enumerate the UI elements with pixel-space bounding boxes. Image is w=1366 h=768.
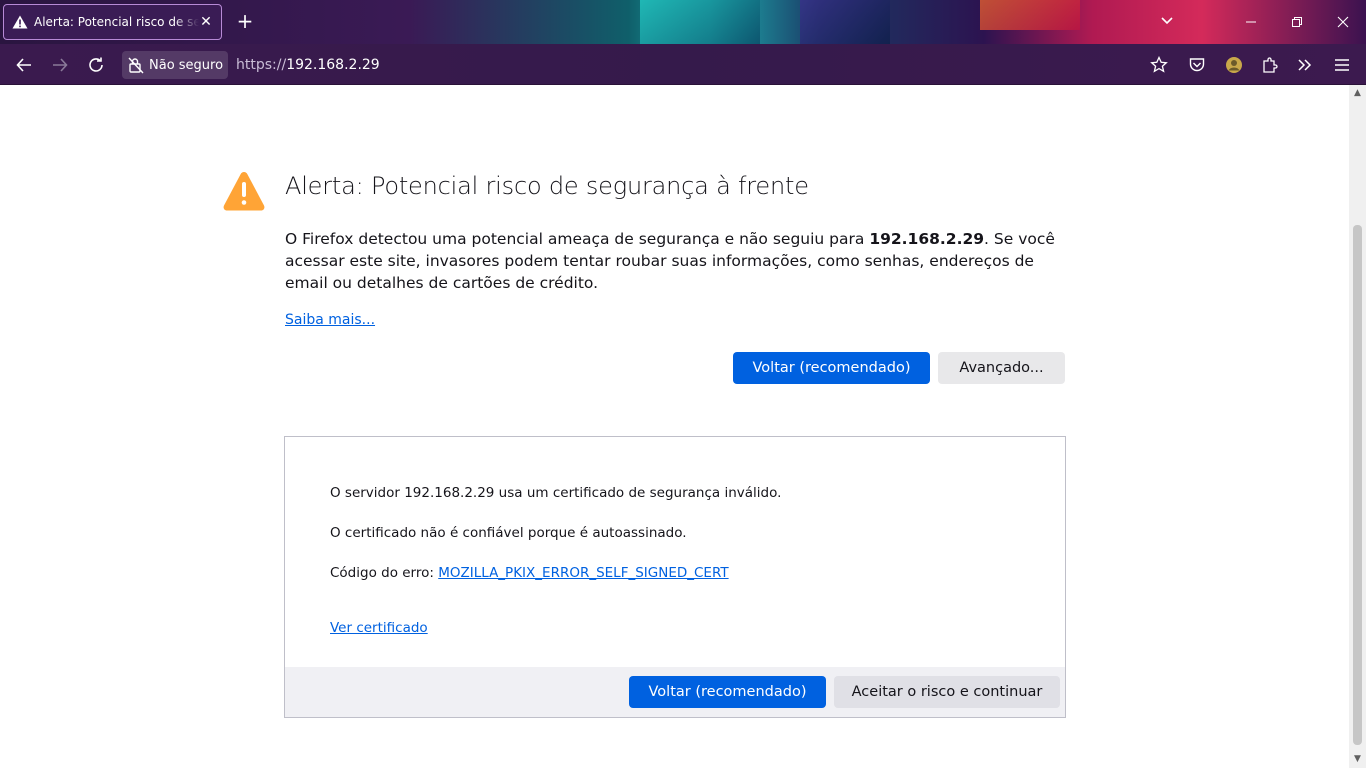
app-menu-button[interactable] [1328,52,1356,78]
scroll-down-icon[interactable]: ▼ [1353,755,1362,764]
description-text: O Firefox detectou uma potencial ameaça … [285,230,870,248]
go-back-button-secondary[interactable]: Voltar (recomendado) [629,676,826,708]
insecure-lock-icon [128,57,144,74]
url-text[interactable]: https://192.168.2.29 [236,57,380,73]
url-host: 192.168.2.29 [286,57,380,73]
learn-more-link[interactable]: Saiba mais... [285,312,375,328]
back-button[interactable] [10,52,38,78]
page-title: Alerta: Potencial risco de segurança à f… [285,172,809,200]
url-bar[interactable]: Não seguro https://192.168.2.29 [120,50,1130,80]
advanced-button[interactable]: Avançado... [938,352,1065,384]
error-code-line: Código do erro: MOZILLA_PKIX_ERROR_SELF_… [330,565,729,581]
minimize-icon [1246,21,1256,23]
tab-title: Alerta: Potencial risco de segurança à f… [34,15,199,29]
accept-risk-button[interactable]: Aceitar o risco e continuar [834,676,1060,708]
restore-icon [1292,17,1302,27]
navigation-toolbar: Não seguro https://192.168.2.29 [0,44,1366,85]
description-host: 192.168.2.29 [869,230,985,248]
go-back-button[interactable]: Voltar (recomendado) [733,352,930,384]
pocket-icon [1189,58,1205,72]
error-description: O Firefox detectou uma potencial ameaça … [285,228,1065,294]
scroll-up-icon[interactable]: ▲ [1353,89,1362,98]
warning-icon [223,172,265,211]
title-bar: Alerta: Potencial risco de segurança à f… [0,0,1366,44]
restore-button[interactable] [1274,0,1320,44]
site-security-indicator[interactable]: Não seguro [122,51,228,79]
profile-avatar-icon [1226,57,1242,73]
tab-active[interactable]: Alerta: Potencial risco de segurança à f… [3,4,222,40]
pocket-button[interactable] [1183,52,1211,78]
back-icon [16,58,31,72]
account-button[interactable] [1220,52,1248,78]
minimize-button[interactable] [1228,0,1274,44]
forward-button[interactable] [46,52,74,78]
extensions-icon [1263,57,1278,73]
theme-decoration [800,0,890,44]
reload-icon [89,57,103,72]
close-window-button[interactable] [1320,0,1366,44]
list-all-tabs-button[interactable] [1158,12,1176,30]
view-certificate-link[interactable]: Ver certificado [330,620,428,636]
reload-button[interactable] [82,52,110,78]
theme-decoration [640,0,760,44]
self-signed-text: O certificado não é confiável porque é a… [330,525,687,541]
advanced-panel-footer: Voltar (recomendado) Aceitar o risco e c… [285,667,1065,717]
close-icon [1337,16,1349,28]
bookmark-button[interactable] [1145,52,1173,78]
menu-hamburger-icon [1335,59,1349,71]
chevron-down-icon [1161,17,1173,25]
forward-icon [53,58,68,72]
security-label: Não seguro [149,57,224,73]
vertical-scrollbar[interactable]: ▲ ▼ [1349,85,1366,768]
error-code-link[interactable]: MOZILLA_PKIX_ERROR_SELF_SIGNED_CERT [438,565,728,581]
error-code-label: Código do erro: [330,565,439,581]
bookmark-star-icon [1150,56,1168,73]
warning-icon [12,15,28,29]
url-scheme: https:// [236,57,287,73]
overflow-chevrons-icon [1298,59,1312,71]
more-tools-button[interactable] [1291,52,1319,78]
scrollbar-thumb[interactable] [1353,225,1362,745]
view-certificate-line: Ver certificado [330,620,428,636]
tab-close-icon[interactable]: ✕ [199,15,213,29]
extensions-button[interactable] [1256,52,1284,78]
advanced-panel: O servidor 192.168.2.29 usa um certifica… [284,436,1066,718]
theme-decoration [980,0,1080,30]
new-tab-button[interactable]: + [236,11,254,31]
invalid-certificate-text: O servidor 192.168.2.29 usa um certifica… [330,485,782,501]
